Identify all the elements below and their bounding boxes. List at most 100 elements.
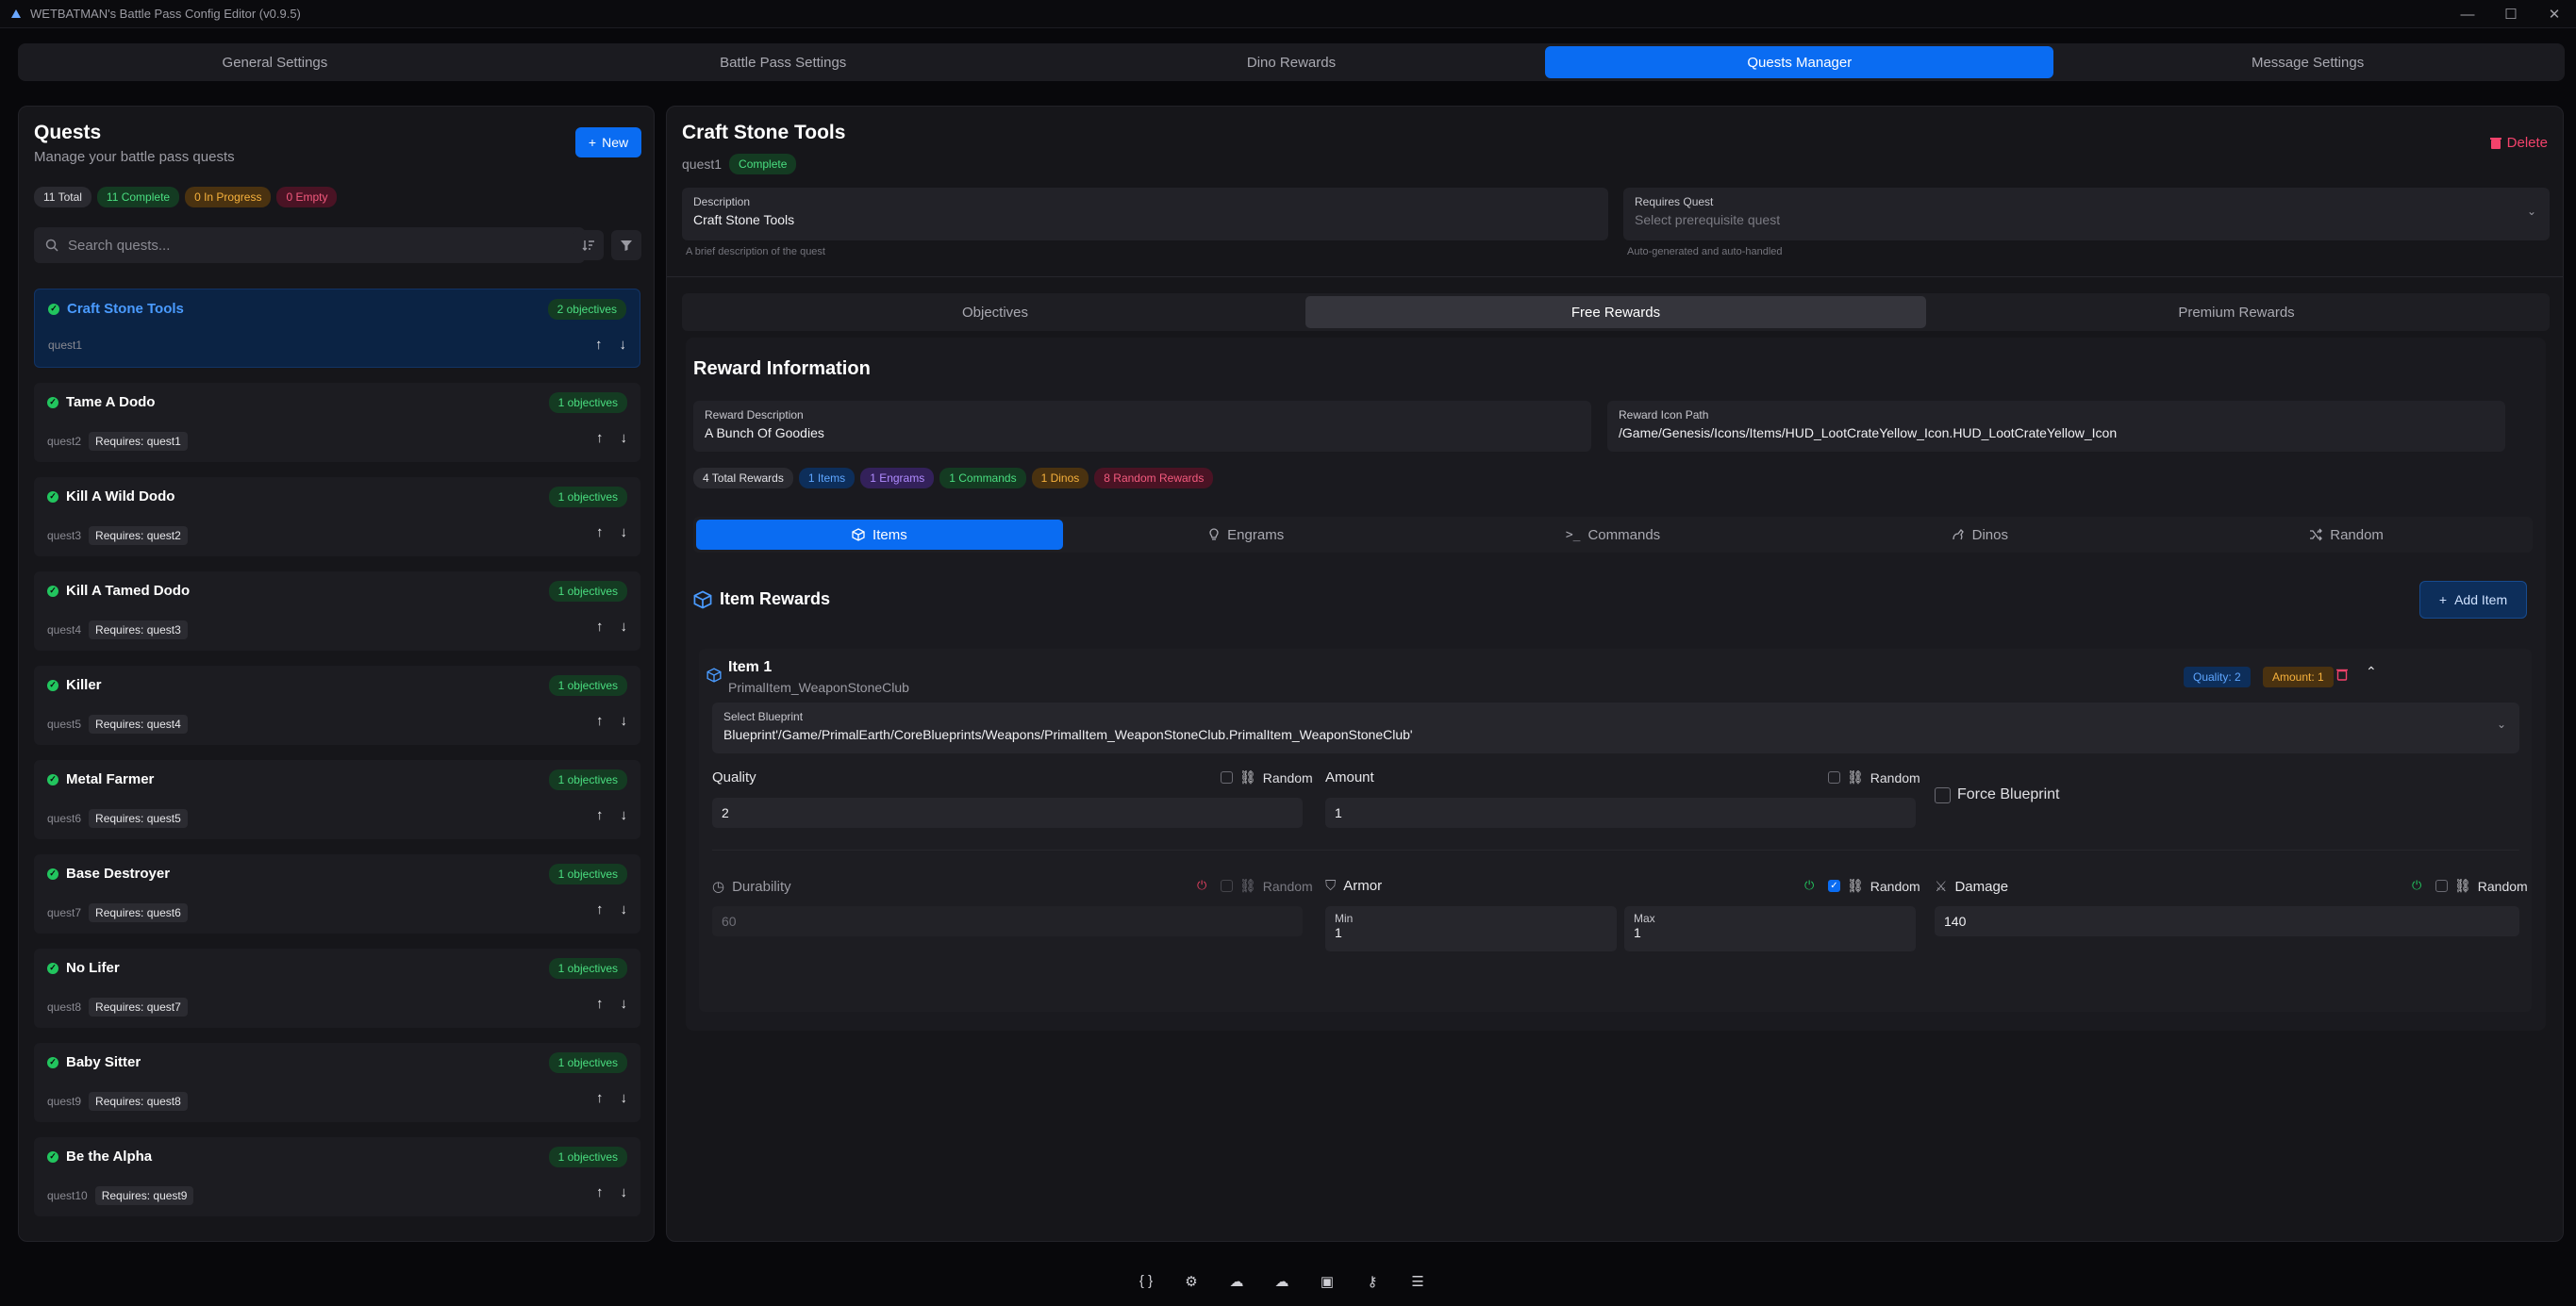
amount-input[interactable]: 1 (1325, 798, 1916, 828)
move-down-icon[interactable]: ↓ (620, 337, 627, 353)
tab-general-settings[interactable]: General Settings (21, 46, 529, 78)
move-up-icon[interactable]: ↑ (596, 430, 604, 446)
quest-list-item[interactable]: ✓ Base Destroyer 1 objectives quest7 Req… (34, 854, 640, 934)
quest-list-item[interactable]: ✓ Kill A Tamed Dodo 1 objectives quest4 … (34, 571, 640, 651)
braces-icon[interactable]: { } (1137, 1273, 1155, 1290)
move-up-icon[interactable]: ↑ (596, 1090, 604, 1106)
move-down-icon[interactable]: ↓ (621, 524, 628, 540)
tab-items[interactable]: Items (696, 520, 1063, 550)
save-icon[interactable]: ▣ (1318, 1273, 1337, 1290)
quest-list-item[interactable]: ✓ Tame A Dodo 1 objectives quest2 Requir… (34, 383, 640, 462)
force-blueprint-checkbox[interactable] (1935, 786, 1951, 803)
filter-button[interactable] (611, 230, 641, 260)
damage-random-checkbox[interactable] (2435, 880, 2448, 892)
quest-list-item[interactable]: ✓ No Lifer 1 objectives quest8 Requires:… (34, 949, 640, 1028)
tab-random[interactable]: Random (2163, 520, 2530, 550)
quality-random-toggle[interactable]: ⛓ Random (1221, 769, 1313, 785)
cloud-download-icon[interactable]: ☁ (1272, 1273, 1291, 1290)
move-down-icon[interactable]: ↓ (621, 901, 628, 918)
objectives-badge: 1 objectives (548, 581, 627, 602)
quest-id: quest6 (47, 812, 82, 825)
sword-icon: ⚔ (1935, 879, 1948, 895)
move-down-icon[interactable]: ↓ (621, 807, 628, 823)
reward-description-field[interactable]: Reward Description A Bunch Of Goodies (693, 401, 1591, 452)
quality-input[interactable]: 2 (712, 798, 1303, 828)
search-input[interactable]: Search quests... (34, 227, 585, 263)
durability-input[interactable]: 60 (712, 906, 1303, 936)
move-up-icon[interactable]: ↑ (595, 337, 603, 353)
reward-icon-path-field[interactable]: Reward Icon Path /Game/Genesis/Icons/Ite… (1607, 401, 2505, 452)
gear-icon[interactable]: ⚙ (1182, 1273, 1201, 1290)
durability-random-toggle[interactable]: ⛓ Random (1221, 878, 1313, 894)
move-up-icon[interactable]: ↑ (596, 901, 604, 918)
tab-premium-rewards[interactable]: Premium Rewards (1926, 296, 2547, 328)
move-up-icon[interactable]: ↑ (596, 1184, 604, 1200)
search-list-icon[interactable]: ☰ (1408, 1273, 1427, 1290)
quest-list-item[interactable]: ✓ Metal Farmer 1 objectives quest6 Requi… (34, 760, 640, 839)
delete-quest-button[interactable]: Delete (2489, 135, 2548, 151)
minimize-button[interactable]: — (2446, 0, 2489, 28)
quest-name: Killer (66, 677, 102, 693)
tab-dino-rewards[interactable]: Dino Rewards (1038, 46, 1546, 78)
armor-random-toggle[interactable]: ✓ ⛓ Random (1828, 878, 1920, 894)
maximize-button[interactable]: ☐ (2489, 0, 2533, 28)
key-icon[interactable]: ⚷ (1363, 1273, 1382, 1290)
move-up-icon[interactable]: ↑ (596, 996, 604, 1012)
item-reward-card: Item 1 PrimalItem_WeaponStoneClub Qualit… (699, 649, 2532, 1012)
move-up-icon[interactable]: ↑ (596, 619, 604, 635)
move-down-icon[interactable]: ↓ (621, 1090, 628, 1106)
quest-list-item[interactable]: ✓ Killer 1 objectives quest5 Requires: q… (34, 666, 640, 745)
damage-random-toggle[interactable]: ⛓ Random (2435, 878, 2528, 894)
move-down-icon[interactable]: ↓ (621, 619, 628, 635)
move-down-icon[interactable]: ↓ (621, 430, 628, 446)
reward-type-tabs: Items Engrams >_ Commands Dinos Random (693, 517, 2533, 553)
power-icon[interactable]: ⏻ (2412, 878, 2421, 893)
power-icon[interactable]: ⏻ (1804, 878, 1814, 893)
armor-random-checkbox[interactable]: ✓ (1828, 880, 1840, 892)
trash-icon[interactable] (2336, 668, 2348, 681)
move-down-icon[interactable]: ↓ (621, 713, 628, 729)
quality-random-checkbox[interactable] (1221, 771, 1233, 784)
move-up-icon[interactable]: ↑ (596, 524, 604, 540)
item-title: Item 1 (728, 659, 773, 675)
quest-list-item[interactable]: ✓ Baby Sitter 1 objectives quest9 Requir… (34, 1043, 640, 1122)
power-icon[interactable]: ⏻ (1197, 878, 1206, 893)
new-quest-button[interactable]: + New (575, 127, 641, 157)
damage-input[interactable]: 140 (1935, 906, 2519, 936)
add-item-button[interactable]: + Add Item (2419, 581, 2527, 619)
move-down-icon[interactable]: ↓ (621, 1184, 628, 1200)
force-blueprint-toggle[interactable]: Force Blueprint (1935, 786, 2060, 803)
quest-list-item[interactable]: ✓ Craft Stone Tools 2 objectives quest1 … (34, 289, 640, 368)
durability-random-checkbox[interactable] (1221, 880, 1233, 892)
description-field[interactable]: Description Craft Stone Tools (682, 188, 1608, 240)
requires-hint: Auto-generated and auto-handled (1627, 246, 1783, 257)
tab-dinos[interactable]: Dinos (1796, 520, 2163, 550)
armor-min-input[interactable]: Min 1 (1325, 906, 1617, 951)
move-down-icon[interactable]: ↓ (621, 996, 628, 1012)
requires-quest-select[interactable]: Requires Quest Select prerequisite quest… (1623, 188, 2550, 240)
sort-button[interactable] (573, 230, 604, 260)
cloud-upload-icon[interactable]: ☁ (1227, 1273, 1246, 1290)
tab-engrams[interactable]: Engrams (1063, 520, 1430, 550)
objectives-badge: 1 objectives (548, 675, 627, 696)
check-circle-icon: ✓ (47, 1150, 58, 1163)
amount-random-toggle[interactable]: ⛓ Random (1828, 769, 1920, 785)
description-hint: A brief description of the quest (686, 246, 825, 257)
move-up-icon[interactable]: ↑ (596, 807, 604, 823)
amount-random-checkbox[interactable] (1828, 771, 1840, 784)
tab-free-rewards[interactable]: Free Rewards (1305, 296, 1926, 328)
quest-list-item[interactable]: ✓ Kill A Wild Dodo 1 objectives quest3 R… (34, 477, 640, 556)
blueprint-select[interactable]: Select Blueprint Blueprint'/Game/PrimalE… (712, 703, 2519, 753)
tab-message-settings[interactable]: Message Settings (2053, 46, 2562, 78)
tab-commands[interactable]: >_ Commands (1430, 520, 1797, 550)
move-up-icon[interactable]: ↑ (596, 713, 604, 729)
quest-list-item[interactable]: ✓ Be the Alpha 1 objectives quest10 Requ… (34, 1137, 640, 1216)
filter-icon (621, 240, 632, 251)
armor-max-input[interactable]: Max 1 (1624, 906, 1916, 951)
chevron-up-icon[interactable]: ⌃ (2366, 664, 2377, 680)
tab-battle-pass-settings[interactable]: Battle Pass Settings (529, 46, 1038, 78)
close-button[interactable]: ✕ (2533, 0, 2576, 28)
tab-objectives[interactable]: Objectives (685, 296, 1305, 328)
item-class: PrimalItem_WeaponStoneClub (728, 680, 909, 695)
tab-quests-manager[interactable]: Quests Manager (1545, 46, 2054, 78)
